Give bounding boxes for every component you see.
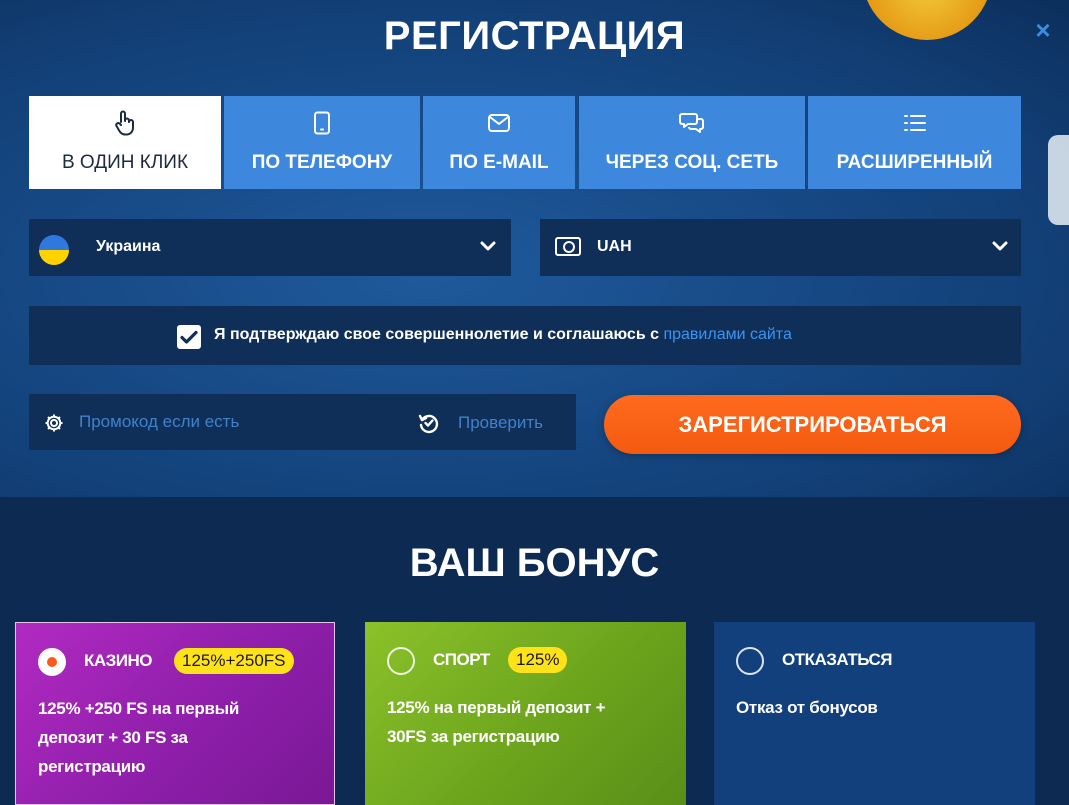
list-icon — [902, 110, 928, 136]
bonus-desc-line: депозит + 30 FS за — [38, 728, 188, 747]
tab-label: ПО ТЕЛЕФОНУ — [251, 152, 393, 173]
bonus-name: ОТКАЗАТЬСЯ — [782, 650, 893, 669]
tab-extended[interactable]: РАСШИРЕННЫЙ — [808, 96, 1021, 189]
tab-label: ПО E-MAIL — [449, 152, 549, 173]
promo-code-row: Проверить — [29, 394, 576, 450]
phone-icon — [313, 110, 331, 136]
chevron-down-icon — [992, 241, 1008, 251]
agreement-text: Я подтверждаю свое совершеннолетие и сог… — [214, 326, 664, 343]
money-icon — [555, 237, 581, 256]
refresh-check-icon — [418, 414, 439, 434]
bonus-desc-line: Отказ от бонусов — [736, 698, 878, 717]
decorative-dice — [1048, 135, 1069, 225]
bonus-option-decline[interactable]: ОТКАЗАТЬСЯ Отказ от бонусов — [714, 622, 1035, 805]
country-value: Украина — [96, 238, 161, 255]
checkmark-icon — [180, 330, 198, 344]
country-select[interactable]: Украина — [29, 219, 511, 276]
bonus-description: 125% на первый депозит + 30FS за регистр… — [387, 693, 606, 751]
chat-bubbles-icon — [679, 110, 705, 136]
bonus-badge: 125%+250FS — [174, 648, 294, 674]
hand-pointer-icon — [114, 110, 136, 136]
page-title: РЕГИСТРАЦИЯ — [383, 14, 686, 58]
ukraine-flag-icon — [39, 235, 69, 265]
agreement-checkbox[interactable] — [177, 325, 201, 349]
register-button[interactable]: ЗАРЕГИСТРИРОВАТЬСЯ — [604, 395, 1021, 454]
site-rules-link[interactable]: правилами сайта — [663, 326, 791, 343]
bonus-description: 125% +250 FS на первый депозит + 30 FS з… — [38, 694, 239, 781]
radio-unselected[interactable] — [387, 647, 415, 675]
tab-label: РАСШИРЕННЫЙ — [836, 152, 993, 173]
chevron-down-icon — [480, 241, 496, 251]
envelope-icon — [487, 110, 511, 136]
bonus-desc-line: 30FS за регистрацию — [387, 727, 560, 746]
tab-social[interactable]: ЧЕРЕЗ СОЦ. СЕТЬ — [579, 96, 805, 189]
currency-value: UAH — [597, 238, 632, 255]
tab-phone[interactable]: ПО ТЕЛЕФОНУ — [224, 96, 420, 189]
tab-label: В ОДИН КЛИК — [61, 152, 189, 173]
registration-panel: РЕГИСТРАЦИЯ × В ОДИН КЛИК ПО ТЕЛЕФОНУ ПО… — [0, 0, 1069, 497]
bonus-option-casino[interactable]: КАЗИНО 125%+250FS 125% +250 FS на первый… — [15, 622, 335, 805]
tab-one-click[interactable]: В ОДИН КЛИК — [29, 96, 221, 189]
tab-email[interactable]: ПО E-MAIL — [423, 96, 575, 189]
currency-select[interactable]: UAH — [540, 219, 1021, 276]
bonus-badge: 125% — [508, 647, 568, 673]
radio-unselected[interactable] — [736, 647, 764, 675]
check-promo-button[interactable]: Проверить — [458, 413, 543, 433]
promo-code-input[interactable] — [79, 406, 399, 438]
bonus-desc-line: 125% +250 FS на первый — [38, 699, 240, 718]
bonus-name: СПОРТ — [433, 650, 490, 669]
bonus-desc-line: 125% на первый депозит + — [387, 698, 606, 717]
agreement-row: Я подтверждаю свое совершеннолетие и сог… — [29, 306, 1021, 365]
agreement-label: Я подтверждаю свое совершеннолетие и сог… — [214, 326, 792, 344]
bonus-name: КАЗИНО — [84, 651, 153, 670]
bonus-title: ВАШ БОНУС — [409, 541, 660, 585]
radio-selected[interactable] — [38, 648, 66, 676]
bonus-desc-line: регистрацию — [38, 757, 146, 776]
gear-icon — [45, 414, 63, 432]
tab-label: ЧЕРЕЗ СОЦ. СЕТЬ — [605, 152, 779, 173]
bonus-option-sport[interactable]: СПОРТ 125% 125% на первый депозит + 30FS… — [365, 622, 686, 805]
close-icon[interactable]: × — [1031, 17, 1055, 43]
bonus-description: Отказ от бонусов — [736, 693, 878, 722]
